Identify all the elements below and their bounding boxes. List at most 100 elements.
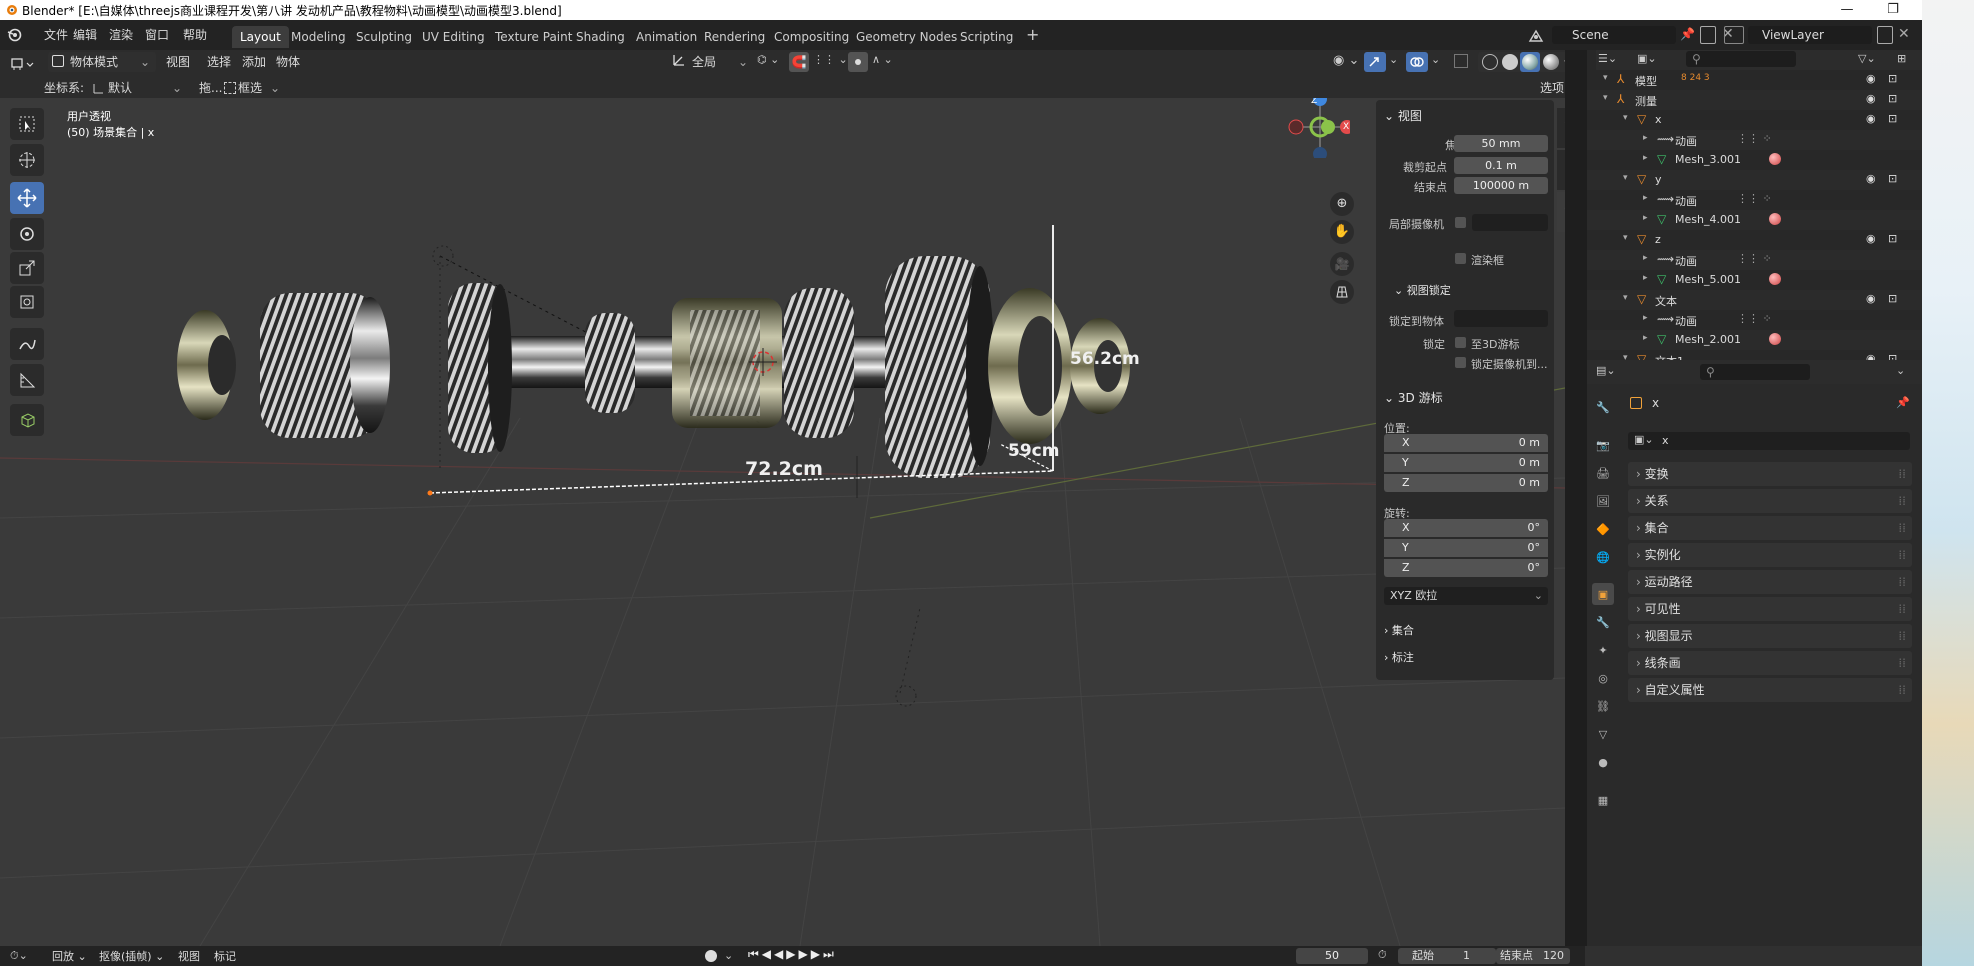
outliner-row[interactable]: ▸ ▽ Mesh_3.001 <box>1587 150 1922 170</box>
outliner-row[interactable]: ▸ ▽ Mesh_4.001 <box>1587 210 1922 230</box>
properties-section-8[interactable]: › 自定义属性 ⁞⁞ <box>1628 678 1912 702</box>
camera-view-icon[interactable]: 🎥 <box>1330 252 1354 276</box>
outliner-row[interactable]: ▸ ⟿ 动画 ⋮⋮ ⁘ <box>1587 250 1922 270</box>
measure-tool[interactable] <box>10 364 44 396</box>
constraints-tab-icon[interactable]: ⛓ <box>1592 695 1614 717</box>
grid-perspective-icon[interactable] <box>1330 280 1354 304</box>
location-field-x[interactable]: X 0 m <box>1384 434 1548 452</box>
focal-length-field[interactable]: 50 mm <box>1454 135 1548 152</box>
playback-menu[interactable]: 回放 ⌄ <box>52 948 87 964</box>
large-gear-part-1[interactable] <box>448 283 512 453</box>
tab-workspace-4[interactable]: Texture Paint <box>487 26 580 48</box>
properties-section-4[interactable]: › 运动路径 ⁞⁞ <box>1628 570 1912 594</box>
tab-workspace-9[interactable]: Geometry Nodes <box>848 26 965 48</box>
falloff-icon[interactable]: ∧ ⌄ <box>872 53 893 66</box>
location-field-y[interactable]: Y 0 m <box>1384 454 1548 472</box>
helical-gear-part[interactable] <box>260 293 390 438</box>
render-camera-icon[interactable]: ⊡ <box>1888 172 1897 185</box>
output-tab-icon[interactable]: 🖨 <box>1592 462 1614 484</box>
scene-tab-icon[interactable]: 🔶 <box>1592 518 1614 540</box>
new-scene-icon[interactable] <box>1700 26 1716 44</box>
expand-arrow-icon[interactable]: ▾ <box>1623 233 1628 243</box>
rendered-shading-icon[interactable] <box>1543 54 1559 70</box>
viewport-menu-2[interactable]: 添加 <box>242 52 266 72</box>
expand-arrow-icon[interactable]: ▾ <box>1603 73 1608 83</box>
render-camera-icon[interactable]: ⊡ <box>1888 72 1897 85</box>
delete-viewlayer-icon[interactable]: ✕ <box>1898 26 1910 42</box>
snap-target-icon[interactable]: ⋮⋮ ⌄ <box>813 53 848 66</box>
drag-handle-icon[interactable]: ⁞⁞ <box>1898 624 1906 648</box>
scene-field[interactable]: Scene <box>1552 26 1676 44</box>
pivot-point-icon[interactable]: ⌬ ⌄ <box>757 53 779 66</box>
filter-icon[interactable]: ▽⌄ <box>1858 52 1876 65</box>
properties-section-6[interactable]: › 视图显示 ⁞⁞ <box>1628 624 1912 648</box>
visibility-select-icon[interactable]: ◉ ⌄ <box>1333 53 1359 68</box>
clip-start-field[interactable]: 0.1 m <box>1454 157 1548 174</box>
menu-0[interactable]: 文件 <box>44 26 68 44</box>
navigation-gizmo[interactable] <box>1270 98 1350 158</box>
texture-tab-icon[interactable]: ▦ <box>1592 789 1614 811</box>
current-frame-field[interactable]: 50 <box>1296 948 1368 964</box>
properties-options-icon[interactable]: ⌄ <box>1896 364 1905 377</box>
expand-arrow-icon[interactable]: ▸ <box>1643 313 1648 323</box>
properties-section-1[interactable]: › 关系 ⁞⁞ <box>1628 489 1912 513</box>
properties-section-7[interactable]: › 线条画 ⁞⁞ <box>1628 651 1912 675</box>
view-lock-section-header[interactable]: ⌄ 视图锁定 <box>1394 282 1451 298</box>
properties-editor-icon[interactable]: ▤⌄ <box>1596 364 1616 377</box>
outliner-row[interactable]: ▾ ▽ 文本 ◉ ⊡ <box>1587 290 1922 310</box>
render-camera-icon[interactable]: ⊡ <box>1888 292 1897 305</box>
outliner-row[interactable]: ▾ ▽ z ◉ ⊡ <box>1587 230 1922 250</box>
lock-cursor-checkbox[interactable] <box>1455 337 1466 348</box>
expand-arrow-icon[interactable]: ▾ <box>1603 93 1608 103</box>
properties-search-input[interactable]: ⚲ <box>1700 364 1810 380</box>
timeline-editor-icon[interactable]: ⏱⌄ <box>10 949 28 963</box>
tool-tab-icon[interactable]: 🔧 <box>1592 396 1614 418</box>
tab-workspace-0[interactable]: Layout <box>232 26 289 48</box>
gizmo-dropdown-icon[interactable]: ⌄ <box>1389 53 1398 66</box>
tab-workspace-10[interactable]: Scripting <box>952 26 1021 48</box>
properties-section-0[interactable]: › 变换 ⁞⁞ <box>1628 462 1912 486</box>
object-datablock-field[interactable]: ▣⌄ x <box>1628 432 1910 450</box>
tab-workspace-5[interactable]: Shading <box>568 26 633 48</box>
marker-menu[interactable]: 标记 <box>214 948 236 964</box>
gear-part[interactable] <box>177 310 236 420</box>
pin-icon[interactable]: 📌 <box>1896 396 1910 409</box>
data-tab-icon[interactable]: ▽ <box>1592 723 1614 745</box>
expand-arrow-icon[interactable]: ▸ <box>1643 193 1648 203</box>
material-tab-icon[interactable]: ● <box>1592 751 1614 773</box>
restore-button[interactable]: ❐ <box>1870 0 1916 20</box>
collection-section-header[interactable]: › 集合 <box>1384 622 1414 638</box>
material-preview-shading-icon[interactable] <box>1520 52 1540 72</box>
record-icon[interactable] <box>705 950 717 962</box>
playback-controls[interactable]: ⏮◀◀▶▶▶⏭ <box>748 947 837 962</box>
drag-handle-icon[interactable]: ⁞⁞ <box>1898 489 1906 513</box>
drag-handle-icon[interactable]: ⁞⁞ <box>1898 597 1906 621</box>
eye-icon[interactable]: ◉ <box>1866 292 1876 305</box>
pan-hand-icon[interactable]: ✋ <box>1330 220 1354 244</box>
viewport-menu-0[interactable]: 视图 <box>166 52 190 72</box>
new-collection-icon[interactable]: ⊞ <box>1897 52 1906 65</box>
tab-workspace-7[interactable]: Rendering <box>696 26 773 48</box>
datablock-browse-icon[interactable]: ▣⌄ <box>1634 433 1654 446</box>
large-gear-part-3[interactable] <box>885 256 994 478</box>
tab-workspace-3[interactable]: UV Editing <box>414 26 493 48</box>
add-workspace-button[interactable]: + <box>1026 26 1044 44</box>
tab-workspace-1[interactable]: Modeling <box>283 26 354 48</box>
drag-handle-icon[interactable]: ⁞⁞ <box>1898 678 1906 702</box>
solid-shading-icon[interactable] <box>1502 54 1518 70</box>
menu-1[interactable]: 编辑 <box>73 26 97 44</box>
zoom-icon[interactable]: ⊕ <box>1330 192 1354 216</box>
scene-pin-icon[interactable]: 📌 <box>1680 27 1695 41</box>
outliner-row[interactable]: ▾ ▽ y ◉ ⊡ <box>1587 170 1922 190</box>
timeline-view-menu[interactable]: 视图 <box>178 948 200 964</box>
tab-workspace-2[interactable]: Sculpting <box>348 26 420 48</box>
outliner-row[interactable]: ▾ ▽ x ◉ ⊡ <box>1587 110 1922 130</box>
drag-handle-icon[interactable]: ⁞⁞ <box>1898 516 1906 540</box>
display-mode-icon[interactable]: ▣⌄ <box>1637 52 1657 65</box>
add-cube-tool[interactable] <box>10 404 44 436</box>
render-camera-icon[interactable]: ⊡ <box>1888 92 1897 105</box>
eye-icon[interactable]: ◉ <box>1866 172 1876 185</box>
auto-keying-icon[interactable]: ⌄ <box>724 949 733 962</box>
properties-section-2[interactable]: › 集合 ⁞⁞ <box>1628 516 1912 540</box>
tab-workspace-6[interactable]: Animation <box>628 26 705 48</box>
